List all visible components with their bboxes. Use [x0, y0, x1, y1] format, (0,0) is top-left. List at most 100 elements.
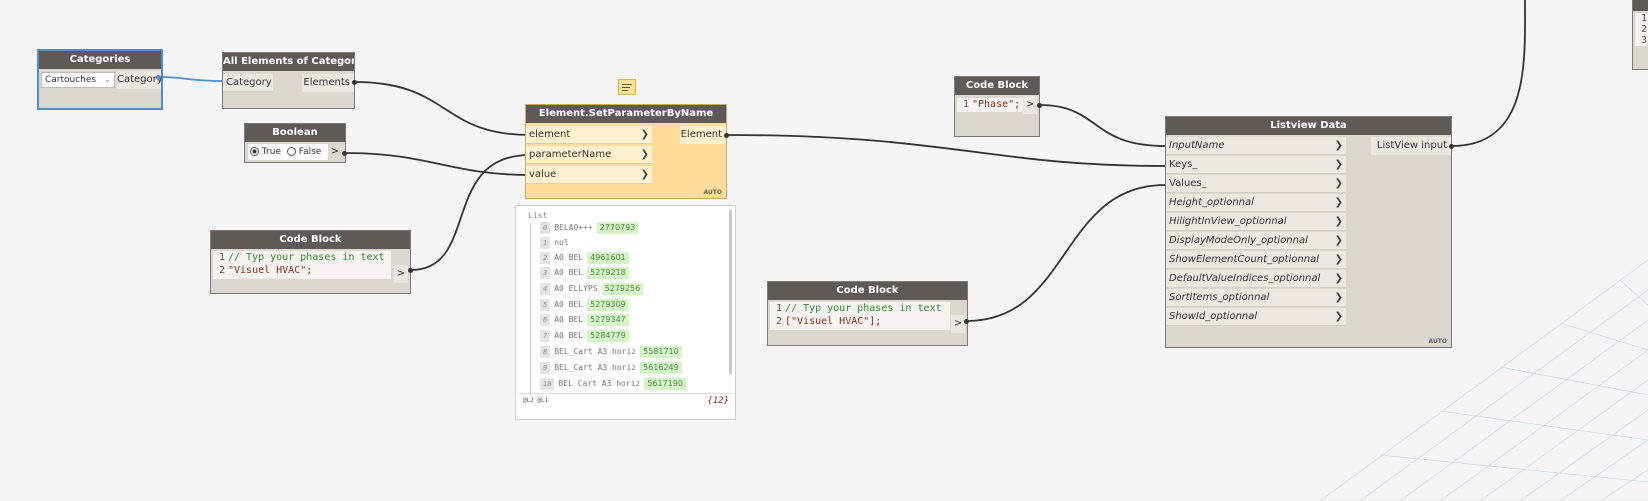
- code-block-1-editor[interactable]: 1// Typ your phases in text 2 "Visuel HVA…: [213, 251, 391, 279]
- input-label: ShowElementCount_optionnal: [1169, 254, 1319, 265]
- preview-scrollbar[interactable]: [729, 210, 732, 374]
- code-block-2-output-label: >: [953, 318, 963, 329]
- chevron-right-icon: ❯: [1334, 273, 1343, 284]
- input-label: DisplayModeOnly_optionnal: [1169, 235, 1308, 246]
- preview-header: List: [528, 211, 548, 220]
- line-number: 3: [1640, 35, 1647, 46]
- code-block-phase-output-port[interactable]: >: [1023, 96, 1037, 114]
- code-block-2-title: Code Block: [768, 282, 967, 300]
- categories-node[interactable]: Categories Cartouches ⌄ Category: [37, 49, 163, 110]
- preview-separator: [518, 393, 733, 394]
- boolean-node[interactable]: Boolean True False >: [244, 123, 346, 163]
- input-port-parametername[interactable]: parameterName ❯: [526, 146, 652, 164]
- categories-dropdown[interactable]: Cartouches ⌄: [41, 72, 115, 88]
- chevron-right-icon: ❯: [640, 149, 649, 160]
- code-line-1: "Phase";: [972, 99, 1021, 110]
- input-label: Keys_: [1169, 159, 1198, 170]
- boolean-radio-group[interactable]: True False: [248, 144, 328, 160]
- listview-input-hilight[interactable]: HilightInView_optionnal ❯: [1166, 213, 1346, 231]
- input-label: Values_: [1169, 178, 1207, 189]
- list-item: 4 A0 ELLYPS 5279256: [540, 283, 644, 295]
- listview-input-defaultindices[interactable]: DefaultValueIndices_optionnal ❯: [1166, 270, 1346, 288]
- watch-preview[interactable]: List 0 BELAO+++ 2770793 1 nul 2 A0 BEL 496160…: [515, 205, 736, 420]
- list-item: 9 BEL_Cart A3 horiz 5616249: [540, 362, 682, 374]
- chevron-right-icon: ❯: [1334, 178, 1343, 189]
- wire-categories-to-all-elements: [158, 76, 223, 82]
- code-block-phase-node[interactable]: Code Block 1 "Phase"; >: [954, 76, 1040, 137]
- code-line-1: // Typ your phases in text: [228, 252, 385, 263]
- listview-input-values[interactable]: Values_ ❯: [1166, 175, 1346, 193]
- radio-false[interactable]: [286, 147, 296, 156]
- list-item: 3 A0 BEL 5279218: [540, 267, 629, 279]
- note-icon[interactable]: [618, 79, 636, 95]
- input-port-element[interactable]: element ❯: [526, 126, 652, 144]
- line-number: 1: [962, 99, 969, 110]
- wire-phase-to-inputname: [1039, 104, 1166, 147]
- code-block-phase-editor[interactable]: 1 "Phase";: [957, 98, 1024, 112]
- code-block-1-title: Code Block: [211, 231, 410, 249]
- listview-output-port[interactable]: ListView input: [1371, 137, 1451, 155]
- code-line-2: "Visuel HVAC";: [228, 265, 313, 276]
- all-elements-output-port[interactable]: Elements: [302, 74, 354, 92]
- listview-input-sortitems[interactable]: SortItems_optionnal ❯: [1166, 289, 1346, 307]
- radio-true[interactable]: [250, 147, 259, 156]
- preview-levels[interactable]: @L2 @L1: [523, 397, 548, 404]
- input-label: Height_optionnal: [1169, 197, 1254, 208]
- port-dot: [408, 268, 413, 273]
- input-label: DefaultValueIndices_optionnal: [1169, 273, 1321, 284]
- input-label: HilightInView_optionnal: [1169, 216, 1287, 227]
- list-item: 2 A0 BEL 4961601: [540, 252, 629, 264]
- chevron-right-icon: ❯: [1334, 140, 1343, 151]
- input-label: ShowId_optionnal: [1169, 311, 1258, 322]
- port-dot: [156, 75, 161, 80]
- line-number: 1: [1640, 13, 1647, 24]
- code-block-phase-title: Code Block: [955, 77, 1039, 95]
- all-elements-title: All Elements of Category: [223, 53, 354, 71]
- list-item: 10 BEL Cart A3 horiz 5617190: [540, 378, 686, 390]
- input-port-value[interactable]: value ❯: [526, 166, 652, 184]
- port-dot: [1449, 144, 1454, 149]
- all-elements-input-label: Category: [226, 77, 272, 88]
- listview-data-node[interactable]: Listview Data InputName ❯ Keys_ ❯ Values_ ❯…: [1165, 116, 1452, 348]
- listview-input-displaymode[interactable]: DisplayModeOnly_optionnal ❯: [1166, 232, 1346, 250]
- code-block-1-output-port[interactable]: >: [394, 265, 408, 283]
- offscreen-node[interactable]: 1 2 3: [1632, 0, 1648, 70]
- listview-input-showid[interactable]: ShowId_optionnal ❯: [1166, 308, 1346, 326]
- categories-output-port[interactable]: Category: [117, 71, 163, 89]
- listview-input-keys[interactable]: Keys_ ❯: [1166, 156, 1346, 174]
- listview-input-height[interactable]: Height_optionnal ❯: [1166, 194, 1346, 212]
- all-elements-node[interactable]: All Elements of Category Category Elemen…: [222, 52, 355, 109]
- wire-code-block-to-parametername: [410, 154, 531, 271]
- listview-input-inputname[interactable]: InputName ❯: [1166, 137, 1346, 155]
- chevron-right-icon: ❯: [1334, 254, 1343, 265]
- set-parameter-output-port[interactable]: Element: [680, 126, 726, 144]
- wire-boolean-to-value: [344, 152, 531, 176]
- chevron-right-icon: ❯: [1334, 235, 1343, 246]
- wire-listview-output-up: [1451, 0, 1526, 147]
- list-item: 0 BELAO+++ 2770793: [540, 222, 639, 234]
- port-dot: [1037, 103, 1042, 108]
- code-block-2-output-port[interactable]: >: [951, 315, 965, 333]
- listview-title: Listview Data: [1166, 117, 1451, 135]
- wire-elements-to-element: [354, 81, 531, 136]
- list-item: 5 A0 BEL 5279309: [540, 299, 629, 311]
- list-item: 6 A0 BEL 5279347: [540, 314, 629, 326]
- input-element-label: element: [529, 129, 571, 140]
- code-block-2-editor[interactable]: 1// Typ your phases in text 2 ["Visuel HV…: [770, 302, 950, 330]
- code-block-node-2[interactable]: Code Block 1// Typ your phases in text 2…: [767, 281, 968, 346]
- offscreen-node-lines: 1 2 3: [1635, 13, 1648, 46]
- listview-input-showcount[interactable]: ShowElementCount_optionnal ❯: [1166, 251, 1346, 269]
- input-label: InputName: [1169, 140, 1225, 151]
- listview-output-label: ListView input: [1376, 140, 1447, 151]
- boolean-output-port[interactable]: >: [328, 143, 342, 161]
- preview-count: {12}: [707, 396, 729, 406]
- line-number: 1: [775, 303, 782, 314]
- code-block-node-1[interactable]: Code Block 1// Typ your phases in text 2…: [210, 230, 411, 294]
- wire-element-to-keys: [726, 134, 1166, 167]
- list-item: 8 BEL_Cart A3 horiz 5581710: [540, 346, 682, 358]
- set-parameter-node[interactable]: Element.SetParameterByName element ❯ par…: [525, 104, 727, 199]
- line-number: 1: [218, 252, 225, 263]
- all-elements-input-category[interactable]: Category: [223, 74, 273, 92]
- input-value-label: value: [529, 169, 557, 180]
- list-item: 7 A0 BEL 5284779: [540, 330, 629, 342]
